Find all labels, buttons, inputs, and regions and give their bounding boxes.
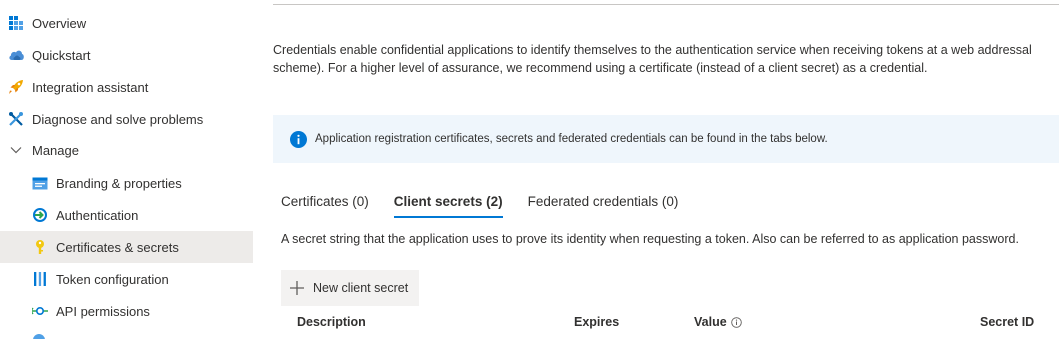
column-label: Value xyxy=(694,315,727,329)
column-label: Expires xyxy=(574,315,620,329)
tab-certificates[interactable]: Certificates (0) xyxy=(281,186,369,218)
column-header-description: Description xyxy=(297,315,366,329)
nav-label: Token configuration xyxy=(56,271,169,287)
nav-label: Diagnose and solve problems xyxy=(32,111,204,127)
nav-label: Authentication xyxy=(56,207,139,223)
info-banner-text: Application registration certificates, s… xyxy=(315,133,828,145)
nav-label: Overview xyxy=(32,15,87,31)
chevron-down-icon xyxy=(7,141,25,159)
credentials-intro: Credentials enable confidential applicat… xyxy=(273,41,1059,77)
nav-label: Branding & properties xyxy=(56,175,182,191)
nav-api-permissions[interactable]: API permissions xyxy=(0,295,253,327)
next-nav-icon-partial xyxy=(33,334,45,339)
column-header-secret-id: Secret ID xyxy=(980,315,1034,329)
plus-icon xyxy=(289,280,305,296)
nav-label: Integration assistant xyxy=(32,79,149,95)
left-nav: Overview Quickstart Integration assistan… xyxy=(0,0,253,339)
nav-certificates-and-secrets[interactable]: Certificates & secrets xyxy=(0,231,253,263)
nav-token-configuration[interactable]: Token configuration xyxy=(0,263,253,295)
cloud-icon xyxy=(7,46,25,64)
nav-overview[interactable]: Overview xyxy=(0,7,253,39)
info-banner: Application registration certificates, s… xyxy=(273,115,1059,163)
key-icon xyxy=(31,238,49,256)
nav-quickstart[interactable]: Quickstart xyxy=(0,39,253,71)
nav-label: Manage xyxy=(32,142,79,158)
nav-branding-and-properties[interactable]: Branding & properties xyxy=(0,167,253,199)
authentication-icon xyxy=(31,206,49,224)
credential-tabs: Certificates (0) Client secrets (2) Fede… xyxy=(281,186,703,218)
divider xyxy=(273,4,1059,5)
rocket-icon xyxy=(7,78,25,96)
column-header-expires: Expires xyxy=(574,315,619,329)
token-bars-icon xyxy=(31,270,49,288)
new-client-secret-label: New client secret xyxy=(313,281,409,295)
branding-icon xyxy=(31,174,49,192)
new-client-secret-button[interactable]: New client secret xyxy=(281,270,419,306)
nav-label: Quickstart xyxy=(32,47,91,63)
api-permissions-icon xyxy=(31,302,49,320)
intro-line-1: Credentials enable confidential applicat… xyxy=(273,43,1032,57)
nav-integration-assistant[interactable]: Integration assistant xyxy=(0,71,253,103)
main-content: Credentials enable confidential applicat… xyxy=(253,0,1059,339)
nav-manage-group[interactable]: Manage xyxy=(0,134,253,166)
column-label: Description xyxy=(297,315,366,329)
column-header-value: Value xyxy=(694,315,742,329)
column-label: Secret ID xyxy=(980,315,1035,329)
grid-icon xyxy=(7,14,25,32)
wrench-icon xyxy=(7,110,25,128)
tab-client-secrets[interactable]: Client secrets (2) xyxy=(393,186,503,218)
nav-label: Certificates & secrets xyxy=(56,239,179,255)
nav-label: API permissions xyxy=(56,303,150,319)
nav-diagnose-and-solve-problems[interactable]: Diagnose and solve problems xyxy=(0,103,253,135)
tab-federated-credentials[interactable]: Federated credentials (0) xyxy=(528,186,679,218)
tab-description: A secret string that the application use… xyxy=(281,232,1019,246)
nav-authentication[interactable]: Authentication xyxy=(0,199,253,231)
value-info-icon[interactable] xyxy=(730,316,742,328)
info-icon xyxy=(290,130,307,148)
intro-line-2: scheme). For a higher level of assurance… xyxy=(273,61,928,75)
